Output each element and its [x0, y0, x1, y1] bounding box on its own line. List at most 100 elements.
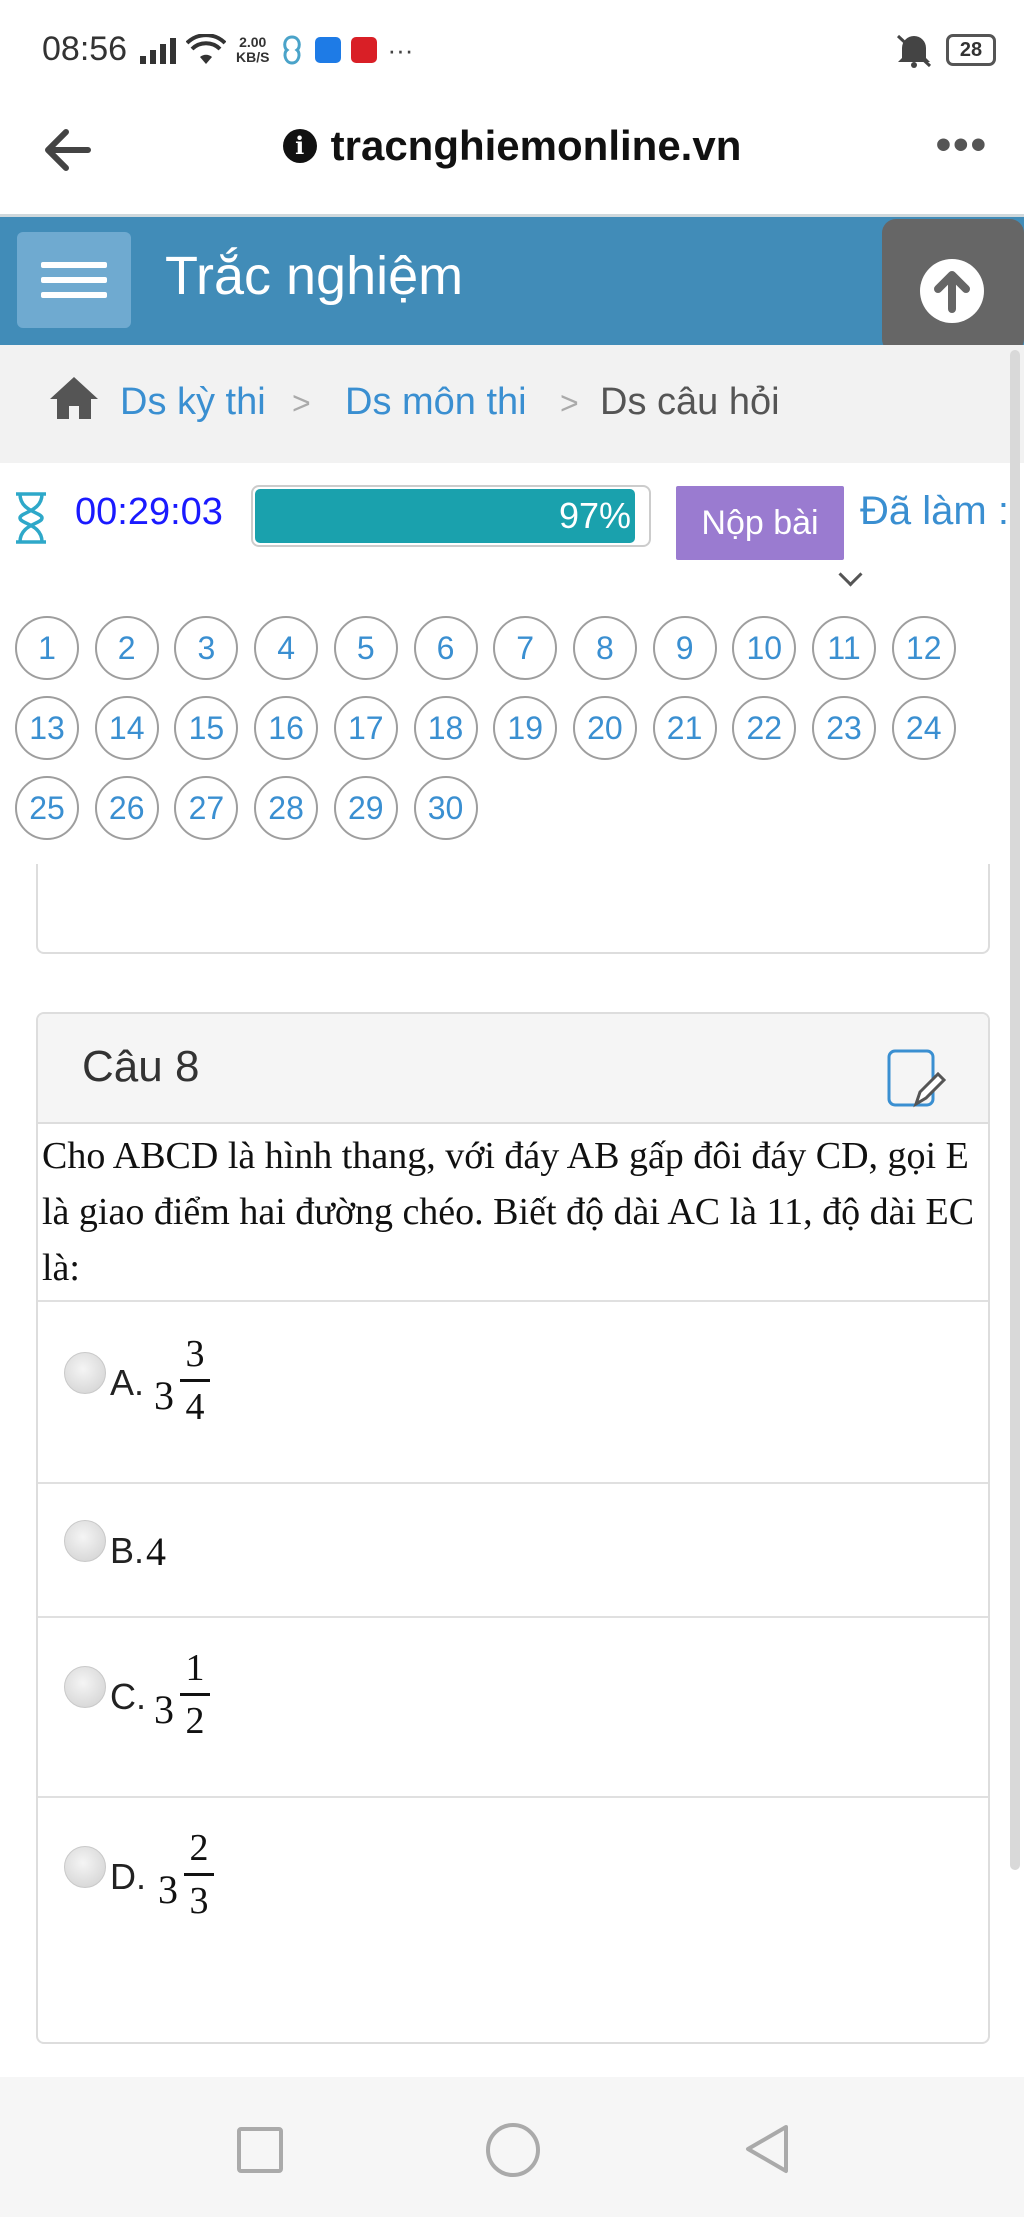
question-card: Câu 8 Cho ABCD là hình thang, với đáy AB… [36, 1012, 990, 2044]
question-nav-button[interactable]: 25 [15, 776, 79, 840]
question-nav-button[interactable]: 8 [572, 616, 637, 680]
option-label: B. [110, 1530, 145, 1571]
numerator: 3 [185, 1333, 205, 1375]
nav-home-icon[interactable] [486, 2123, 540, 2177]
question-nav-button[interactable]: 29 [333, 776, 398, 840]
question-nav-button[interactable]: 1 [15, 616, 79, 680]
radio-c[interactable] [64, 1666, 106, 1708]
exam-toolbar: 00:29:03 97% Nộp bài Đã làm : [0, 463, 1024, 573]
question-nav-button[interactable]: 4 [254, 616, 319, 680]
status-more: ··· [387, 34, 414, 65]
question-nav-button[interactable]: 28 [254, 776, 319, 840]
question-nav-button[interactable]: 15 [174, 696, 239, 760]
page-scrollbar[interactable] [1010, 350, 1020, 1870]
option-label: D. [110, 1856, 146, 1897]
question-nav-button[interactable]: 20 [572, 696, 637, 760]
net-speed: 2.00 KB/S [236, 35, 269, 65]
previous-question-card [36, 864, 990, 954]
question-nav-button[interactable]: 6 [413, 616, 478, 680]
question-nav-button[interactable]: 24 [891, 696, 956, 760]
answer-option-d[interactable]: D. 3 2 3 [38, 1796, 988, 2042]
option-text: 4 [146, 1529, 166, 1574]
breadcrumb-subjects[interactable]: Ds môn thi [345, 381, 527, 424]
nav-back-icon[interactable] [744, 2123, 790, 2175]
question-title: Câu 8 [82, 1042, 200, 1091]
question-nav-button[interactable]: 27 [174, 776, 239, 840]
menu-icon[interactable] [17, 232, 131, 328]
battery-icon: 28 [946, 34, 996, 66]
status-icons: 2.00 KB/S ··· [140, 30, 413, 70]
numerator: 2 [189, 1827, 209, 1869]
breadcrumb: Ds kỳ thi > Ds môn thi > Ds câu hỏi [0, 345, 1024, 465]
radio-b[interactable] [64, 1520, 106, 1562]
question-header: Câu 8 [38, 1014, 988, 1124]
question-nav-button[interactable]: 22 [732, 696, 797, 760]
question-nav-button[interactable]: 13 [15, 696, 79, 760]
net-speed-value: 2.00 [239, 34, 267, 50]
question-nav-button[interactable]: 12 [891, 616, 956, 680]
breadcrumb-separator: > [292, 385, 311, 421]
browser-menu-button[interactable]: ••• [936, 120, 988, 170]
mixed-whole: 3 [154, 1373, 174, 1418]
question-text: Cho ABCD là hình thang, với đáy AB gấp đ… [42, 1135, 975, 1289]
scroll-top-button[interactable] [882, 219, 1024, 353]
signal-icon [140, 36, 176, 64]
browser-url-bar: i tracnghiemonline.vn ••• [0, 100, 1024, 217]
url-text: tracnghiemonline.vn [330, 122, 742, 169]
denominator: 4 [185, 1386, 205, 1428]
arrow-up-icon [920, 259, 984, 323]
answer-option-c[interactable]: C. 3 1 2 [38, 1616, 988, 1798]
status-bar: 08:56 2.00 KB/S ··· 28 [0, 0, 1024, 100]
answer-option-a[interactable]: A. 3 3 4 [38, 1300, 988, 1484]
question-nav-button[interactable]: 9 [652, 616, 717, 680]
question-nav-button[interactable]: 14 [94, 696, 159, 760]
question-nav-button[interactable]: 18 [413, 696, 478, 760]
home-icon[interactable] [48, 375, 100, 421]
wifi-icon [186, 34, 226, 64]
app-header: Trắc nghiệm [0, 217, 1024, 353]
zalo-icon [315, 37, 342, 63]
system-nav-bar [0, 2077, 1024, 2217]
question-nav-button[interactable]: 3 [174, 616, 239, 680]
status-time: 08:56 [42, 30, 128, 68]
question-nav-button[interactable]: 5 [333, 616, 398, 680]
question-nav-button[interactable]: 21 [652, 696, 717, 760]
denominator: 3 [189, 1880, 209, 1922]
app-title[interactable]: Trắc nghiệm [165, 245, 463, 307]
question-nav-button[interactable]: 2 [94, 616, 159, 680]
question-nav-button[interactable]: 30 [413, 776, 478, 840]
question-nav-button[interactable]: 11 [812, 616, 876, 680]
question-nav-button[interactable]: 19 [493, 696, 558, 760]
submit-button[interactable]: Nộp bài [676, 486, 844, 560]
progress-label: 97% [558, 495, 631, 536]
breadcrumb-separator: > [560, 385, 579, 421]
progress-bar: 97% [251, 485, 651, 547]
denominator: 2 [185, 1700, 205, 1742]
question-nav-button[interactable]: 7 [493, 616, 558, 680]
breadcrumb-questions: Ds câu hỏi [600, 381, 780, 423]
fraction: 1 2 [180, 1646, 210, 1743]
status-right: 28 [894, 32, 996, 68]
option-label: A. [110, 1362, 145, 1403]
url-field[interactable]: i tracnghiemonline.vn [0, 122, 1024, 170]
radio-a[interactable] [64, 1352, 106, 1394]
question-nav-button[interactable]: 10 [732, 616, 797, 680]
question-nav-button[interactable]: 17 [333, 696, 398, 760]
breadcrumb-exams[interactable]: Ds kỳ thi [120, 381, 266, 424]
question-nav-button[interactable]: 16 [254, 696, 319, 760]
answered-label[interactable]: Đã làm : [860, 489, 1009, 534]
question-nav-button[interactable]: 26 [94, 776, 159, 840]
question-nav-button[interactable]: 23 [812, 696, 876, 760]
fraction: 3 4 [180, 1332, 210, 1429]
mixed-whole: 3 [154, 1687, 174, 1732]
info-icon[interactable]: i [282, 129, 317, 163]
numerator: 1 [185, 1647, 205, 1689]
news-icon [351, 37, 378, 63]
option-label: C. [110, 1676, 146, 1717]
radio-d[interactable] [64, 1846, 106, 1888]
mixed-whole: 3 [158, 1867, 178, 1912]
net-speed-unit: KB/S [236, 49, 270, 65]
note-edit-icon[interactable] [886, 1048, 946, 1110]
answer-option-b[interactable]: B. 4 [38, 1482, 988, 1618]
nav-recent-icon[interactable] [237, 2127, 283, 2173]
